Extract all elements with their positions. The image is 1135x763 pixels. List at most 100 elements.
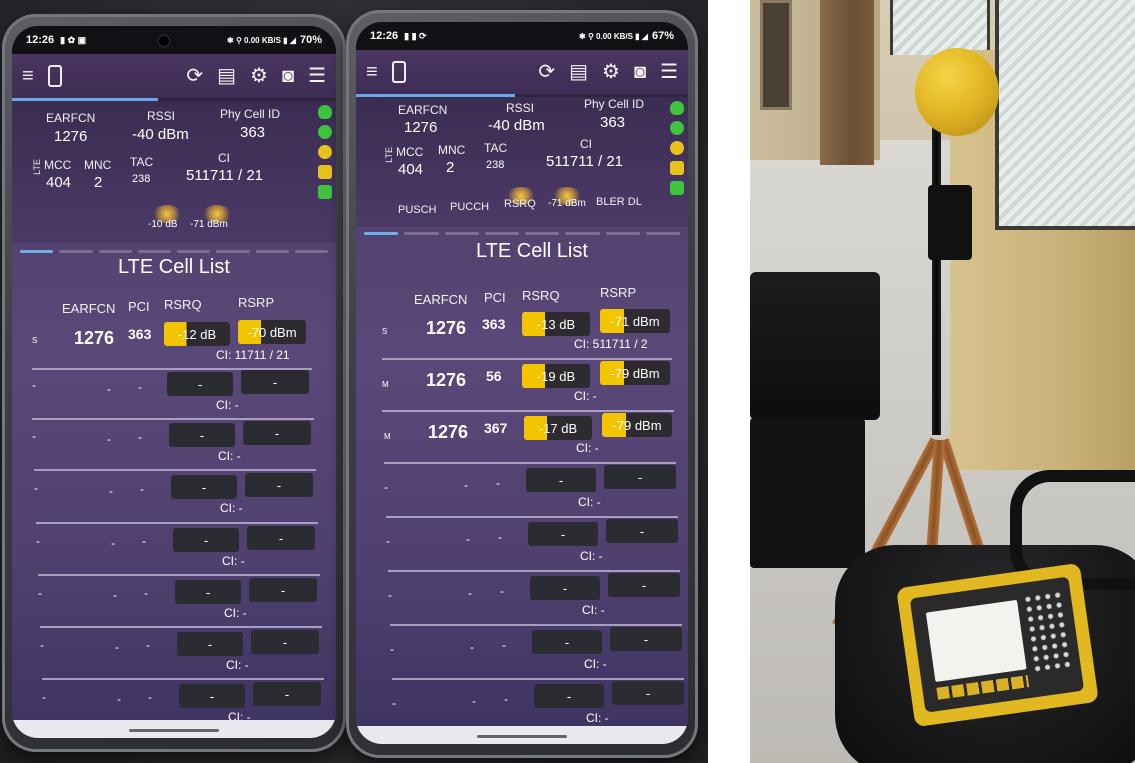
tac-label: TAC <box>484 141 508 155</box>
rssi-label: RSSI <box>147 109 176 123</box>
row1-pci: 363 <box>482 316 506 332</box>
refresh-icon[interactable]: ⟳ <box>538 62 555 82</box>
phy-cell-id-label: Phy Cell ID <box>584 97 645 111</box>
rsrq-pill: -19 dB <box>522 364 590 388</box>
sort-icon[interactable]: ☰ <box>660 62 678 82</box>
meter-body <box>909 576 1085 713</box>
phy-cell-id-label: Phy Cell ID <box>220 107 281 121</box>
serving-cell-panel: EARFCN 1276 RSSI -40 dBm Phy Cell ID 363… <box>12 101 336 243</box>
menu-icon[interactable]: ≡ <box>22 66 34 86</box>
rsrp-pill: - <box>241 370 309 394</box>
app-toolbar: ≡ ⟳ ▤ ⚙ ◙ ☰ <box>12 54 336 98</box>
rsrp-pill: -79 dBm <box>600 361 670 385</box>
heart-icon[interactable] <box>670 101 684 115</box>
col-rsrq: RSRQ <box>522 288 560 303</box>
cell-list-title: LTE Cell List <box>118 256 230 278</box>
phone-left-screen: 12:26 ▮ ✿ ▣ ✱ ⚲ 0.00 KB/S ▮ ◢ 70% ≡ ⟳ ▤ … <box>12 26 336 738</box>
front-camera <box>157 34 171 48</box>
photo-collage: 12:26 ▮ ✿ ▣ ✱ ⚲ 0.00 KB/S ▮ ◢ 70% ≡ ⟳ ▤ … <box>0 0 1135 763</box>
row1-earfcn: 1276 <box>74 328 115 348</box>
home-handle[interactable] <box>129 729 219 732</box>
navigation-bar <box>12 720 336 738</box>
mcc-value: 404 <box>398 161 424 178</box>
row1-pci: 363 <box>128 326 152 342</box>
bler-dl-label: BLER DL <box>596 196 642 208</box>
frosted-glass-panel <box>890 0 990 55</box>
navigation-bar <box>356 726 688 744</box>
refresh-icon[interactable]: ⟳ <box>186 66 203 86</box>
note-icon[interactable] <box>318 165 332 179</box>
col-rsrq: RSRQ <box>164 297 202 312</box>
row1-tag: S <box>32 336 38 345</box>
status-bar: 12:26 ▮ ✿ ▣ ✱ ⚲ 0.00 KB/S ▮ ◢ 70% <box>12 26 336 54</box>
heart-icon[interactable] <box>318 105 332 119</box>
sync-icon[interactable] <box>670 121 684 135</box>
sort-icon[interactable]: ☰ <box>308 66 326 86</box>
status-bar: 12:26 ▮ ▮ ⟳ ✱ ⚲ 0.00 KB/S ▮ ◢ 67% <box>356 22 688 50</box>
rsrq-pill: - <box>167 372 233 396</box>
sync-icon[interactable] <box>318 125 332 139</box>
open-equipment-case <box>750 272 880 420</box>
tac-label: TAC <box>130 155 154 169</box>
col-earfcn: EARFCN <box>414 292 468 307</box>
collage-gap <box>708 0 750 763</box>
menu-icon[interactable]: ≡ <box>366 62 378 82</box>
note-icon[interactable] <box>670 161 684 175</box>
app-toolbar: ≡ ⟳ ▤ ⚙ ◙ ☰ <box>356 50 688 94</box>
camera-icon[interactable]: ◙ <box>282 66 294 86</box>
settings-icon[interactable]: ⚙ <box>250 66 268 86</box>
status-icons: ✱ ⚲ 0.00 KB/S ▮ ◢ <box>579 31 648 41</box>
pucch-label: PUCCH <box>450 201 490 213</box>
tac-value: 238 <box>132 173 151 185</box>
phone-left: 12:26 ▮ ✿ ▣ ✱ ⚲ 0.00 KB/S ▮ ◢ 70% ≡ ⟳ ▤ … <box>2 14 346 752</box>
status-time: 12:26 <box>26 34 55 46</box>
section-indicator <box>356 232 688 236</box>
cell-list-title: LTE Cell List <box>476 240 588 262</box>
row1-ci: CI: 511711 / 2 <box>574 337 648 351</box>
meter-display <box>925 599 1027 682</box>
settings-icon[interactable]: ⚙ <box>602 62 620 82</box>
mnc-value: 2 <box>94 174 103 191</box>
status-side-icons <box>318 105 332 199</box>
serving-cell-panel: EARFCN 1276 RSSI -40 dBm Phy Cell ID 363… <box>356 97 688 227</box>
col-rsrp: RSRP <box>238 295 275 310</box>
lock-icon[interactable] <box>318 185 332 199</box>
phones-photo: 12:26 ▮ ✿ ▣ ✱ ⚲ 0.00 KB/S ▮ ◢ 70% ≡ ⟳ ▤ … <box>0 0 708 763</box>
row1-earfcn: 1276 <box>426 318 467 338</box>
antenna-mount <box>928 185 972 260</box>
device-icon[interactable] <box>47 65 62 87</box>
status-side-icons <box>670 101 684 195</box>
measurement-equipment-photo <box>750 0 1135 763</box>
ci-label: CI <box>218 151 230 165</box>
status-icons: ✱ ⚲ 0.00 KB/S ▮ ◢ <box>227 35 296 45</box>
field-meter <box>896 562 1099 728</box>
phone-right-screen: 12:26 ▮ ▮ ⟳ ✱ ⚲ 0.00 KB/S ▮ ◢ 67% ≡ ⟳ ▤ … <box>356 22 688 744</box>
lock-icon[interactable] <box>670 181 684 195</box>
lte-label: LTE <box>32 159 42 175</box>
earfcn-value: 1276 <box>404 119 438 136</box>
home-handle[interactable] <box>477 735 567 738</box>
mcc-value: 404 <box>46 174 72 191</box>
phy-cell-id-value: 363 <box>240 124 266 141</box>
row1-rsrq: -12 dB <box>164 322 230 346</box>
log-icon[interactable]: ▤ <box>569 62 588 82</box>
earfcn-label: EARFCN <box>398 103 448 117</box>
section-indicator <box>12 250 336 254</box>
row1-rsrp: -71 dBm <box>600 309 670 333</box>
rssi-value: -40 dBm <box>132 126 189 143</box>
camera-icon[interactable]: ◙ <box>634 62 646 82</box>
col-rsrp: RSRP <box>600 285 637 300</box>
device-icon[interactable] <box>391 61 406 83</box>
meter-keypad <box>1022 589 1074 675</box>
lte-label: LTE <box>384 147 394 163</box>
phy-cell-id-value: 363 <box>600 114 626 131</box>
record-icon[interactable] <box>318 145 332 159</box>
ci-value: 511711 / 21 <box>186 167 264 184</box>
log-icon[interactable]: ▤ <box>217 66 236 86</box>
pusch-label: PUSCH <box>398 204 437 216</box>
row1-tag: S <box>382 327 388 336</box>
record-icon[interactable] <box>670 141 684 155</box>
row1-ci: CI: 11711 / 21 <box>216 348 290 362</box>
rsrq-small-label: RSRQ <box>504 198 536 210</box>
notification-icons: ▮ ▮ ⟳ <box>404 30 427 41</box>
